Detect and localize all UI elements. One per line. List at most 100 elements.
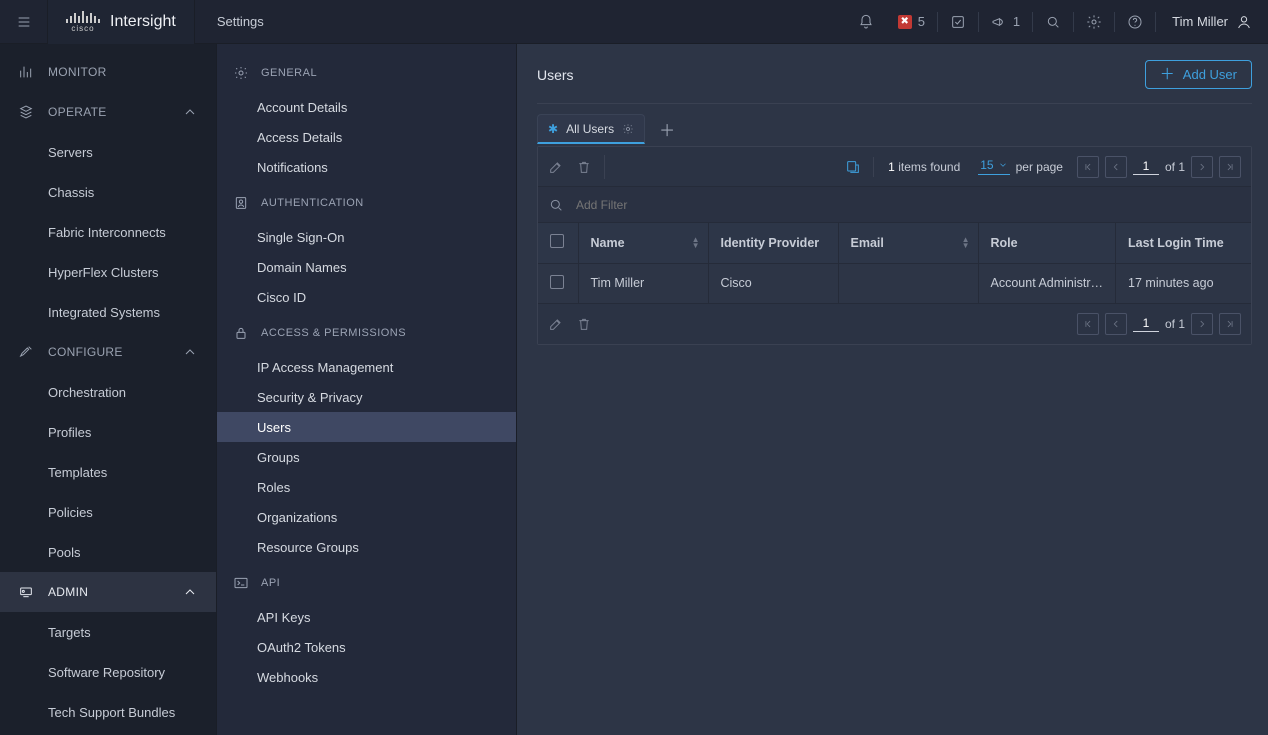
nav-section-admin[interactable]: ADMIN (0, 572, 216, 612)
user-menu[interactable]: Tim Miller (1156, 14, 1268, 30)
nav-item[interactable]: HyperFlex Clusters (0, 252, 216, 292)
sort-icon: ▲▼ (692, 237, 700, 249)
terminal-icon (233, 575, 249, 591)
page-input[interactable] (1133, 158, 1159, 175)
main-content: Users ＋ Add User ✱ All Users ＋ (517, 44, 1268, 735)
page-prev-button[interactable] (1105, 156, 1127, 178)
tabs: ✱ All Users ＋ (537, 114, 1252, 144)
bell-icon (858, 14, 874, 30)
gear-icon (233, 65, 249, 81)
settings-item[interactable]: API Keys (217, 602, 516, 632)
announcements-button[interactable]: 1 (979, 0, 1032, 43)
export-icon[interactable] (845, 159, 861, 175)
row-checkbox[interactable] (550, 275, 564, 289)
cell-email (838, 263, 978, 303)
nav-item[interactable]: Orchestration (0, 372, 216, 412)
page-last-button[interactable] (1219, 313, 1241, 335)
nav-item[interactable]: Tech Support Bundles (0, 692, 216, 732)
chevron-up-icon (182, 344, 198, 360)
trash-icon[interactable] (576, 159, 592, 175)
nav-section-monitor[interactable]: MONITOR (0, 52, 216, 92)
nav-item[interactable]: Fabric Interconnects (0, 212, 216, 252)
settings-nav: GENERAL Account DetailsAccess DetailsNoti… (217, 44, 517, 735)
page-input[interactable] (1133, 315, 1159, 332)
check-square-icon (950, 14, 966, 30)
settings-item[interactable]: Single Sign-On (217, 222, 516, 252)
settings-item[interactable]: Users (217, 412, 516, 442)
cell-role: Account Administr… (978, 263, 1116, 303)
col-last-login[interactable]: Last Login Time (1116, 223, 1251, 263)
users-table-wrap: 1 items found 15 per page of 1 (537, 146, 1252, 345)
col-name[interactable]: Name▲▼ (578, 223, 708, 263)
add-tab-button[interactable]: ＋ (653, 115, 681, 143)
edit-icon[interactable] (548, 159, 564, 175)
settings-item[interactable]: Resource Groups (217, 532, 516, 562)
table-row[interactable]: Tim MillerCiscoAccount Administr…17 minu… (538, 263, 1251, 303)
page-first-button[interactable] (1077, 313, 1099, 335)
settings-group-label: GENERAL (261, 67, 317, 79)
select-all-checkbox[interactable] (550, 234, 564, 248)
settings-item[interactable]: Access Details (217, 122, 516, 152)
gear-icon[interactable] (622, 123, 634, 135)
settings-item[interactable]: Notifications (217, 152, 516, 182)
filter-input[interactable] (574, 197, 1241, 213)
page-first-button[interactable] (1077, 156, 1099, 178)
settings-item[interactable]: Domain Names (217, 252, 516, 282)
nav-section-label: OPERATE (48, 105, 107, 119)
settings-item[interactable]: Groups (217, 442, 516, 472)
tab-label: All Users (566, 122, 614, 136)
nav-item[interactable]: Chassis (0, 172, 216, 212)
settings-item[interactable]: IP Access Management (217, 352, 516, 382)
table-header-row: Name▲▼ Identity Provider Email▲▼ Role La… (538, 223, 1251, 263)
settings-item[interactable]: Account Details (217, 92, 516, 122)
page-prev-button[interactable] (1105, 313, 1127, 335)
brand: cisco Intersight (48, 0, 195, 44)
sort-icon: ▲▼ (962, 237, 970, 249)
megaphone-icon (991, 14, 1007, 30)
nav-item[interactable]: Policies (0, 492, 216, 532)
alerts-button[interactable]: ✖ 5 (886, 0, 937, 43)
settings-button[interactable] (1074, 0, 1114, 43)
edit-icon[interactable] (548, 316, 564, 332)
nav-item[interactable]: Servers (0, 132, 216, 172)
page-next-button[interactable] (1191, 313, 1213, 335)
items-found-text: items found (898, 160, 960, 174)
col-idp[interactable]: Identity Provider (708, 223, 838, 263)
announce-count: 1 (1013, 14, 1020, 29)
settings-item[interactable]: Organizations (217, 502, 516, 532)
nav-item[interactable]: Software Repository (0, 652, 216, 692)
help-button[interactable] (1115, 0, 1155, 43)
nav-section-label: ADMIN (48, 585, 88, 599)
col-role[interactable]: Role (978, 223, 1116, 263)
settings-item[interactable]: Security & Privacy (217, 382, 516, 412)
table-toolbar-top: 1 items found 15 per page of 1 (538, 147, 1251, 187)
tasks-button[interactable] (938, 0, 978, 43)
hamburger-icon (16, 14, 32, 30)
nav-section-configure[interactable]: CONFIGURE (0, 332, 216, 372)
settings-item[interactable]: Roles (217, 472, 516, 502)
breadcrumb: Settings (195, 14, 286, 29)
menu-toggle-button[interactable] (0, 0, 48, 44)
chevron-down-icon (998, 160, 1008, 170)
nav-section-operate[interactable]: OPERATE (0, 92, 216, 132)
col-email[interactable]: Email▲▼ (838, 223, 978, 263)
user-icon (1236, 14, 1252, 30)
nav-item[interactable]: Integrated Systems (0, 292, 216, 332)
pager-top: of 1 (1077, 156, 1241, 178)
tab-all-users[interactable]: ✱ All Users (537, 114, 645, 144)
page-last-button[interactable] (1219, 156, 1241, 178)
per-page-value: 15 (980, 158, 993, 172)
nav-item[interactable]: Targets (0, 612, 216, 652)
trash-icon[interactable] (576, 316, 592, 332)
per-page-select[interactable]: 15 per page (978, 158, 1063, 175)
settings-item[interactable]: Cisco ID (217, 282, 516, 312)
nav-item[interactable]: Profiles (0, 412, 216, 452)
add-user-button[interactable]: ＋ Add User (1145, 60, 1252, 89)
page-next-button[interactable] (1191, 156, 1213, 178)
settings-item[interactable]: OAuth2 Tokens (217, 632, 516, 662)
nav-item[interactable]: Templates (0, 452, 216, 492)
nav-item[interactable]: Pools (0, 532, 216, 572)
settings-item[interactable]: Webhooks (217, 662, 516, 692)
search-button[interactable] (1033, 0, 1073, 43)
notifications-button[interactable] (846, 0, 886, 43)
